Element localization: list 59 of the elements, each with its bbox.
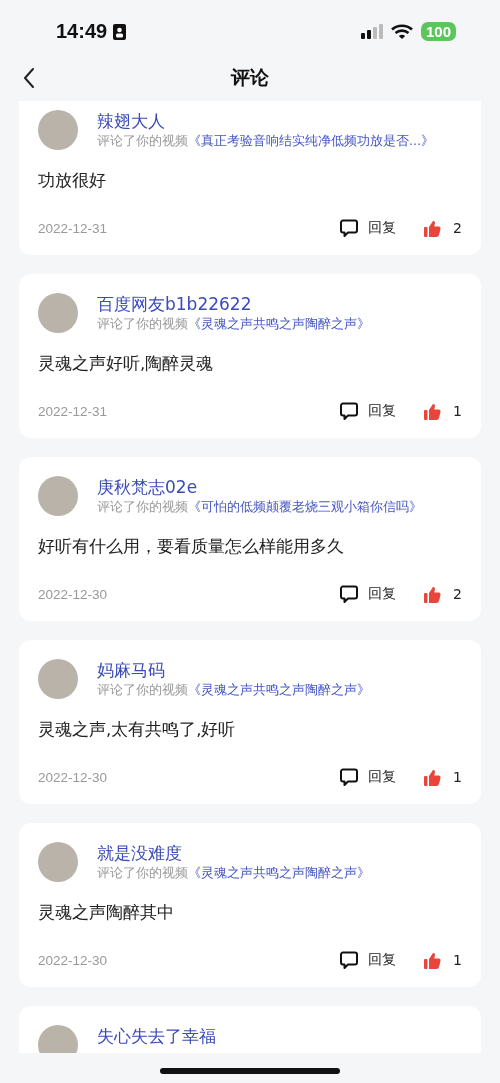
comment-text: 灵魂之声好听,陶醉灵魂 [38, 353, 215, 375]
comment-text: 灵魂之声陶醉其中 [38, 902, 175, 924]
comment-bubble-icon[interactable] [340, 218, 359, 238]
avatar-photo-placeholder[interactable] [38, 110, 78, 150]
comment-action-text: 评论了你的视频 [97, 681, 188, 699]
id-card-icon [113, 23, 127, 40]
signal-icon [360, 23, 385, 40]
avatar-photo-placeholder[interactable] [38, 842, 78, 882]
video-title-link[interactable]: 《真正考验音响结实纯净低频功放是否...》 [188, 132, 434, 150]
thumbs-up-icon[interactable] [424, 585, 442, 603]
comment-date: 2022-12-30 [38, 952, 108, 968]
battery-indicator: 100 [420, 22, 456, 41]
reply-button[interactable]: 回复 [368, 585, 397, 603]
comment-action-text: 评论了你的视频 [97, 132, 188, 150]
comment-date: 2022-12-30 [38, 769, 108, 785]
comment-text: 好听有什么用，要看质量怎么样能用多久 [38, 536, 345, 558]
user-name[interactable]: 辣翅大人 [97, 110, 434, 132]
back-icon[interactable] [23, 67, 35, 89]
video-title-link[interactable]: 《灵魂之声共鸣之声陶醉之声》 [188, 681, 370, 699]
thumbs-up-icon[interactable] [424, 768, 442, 786]
like-count: 1 [453, 403, 462, 419]
comment-date: 2022-12-30 [38, 586, 108, 602]
thumbs-up-icon[interactable] [424, 402, 442, 420]
user-name[interactable]: 妈麻马码 [97, 659, 370, 681]
video-title-link[interactable]: 《灵魂之声共鸣之声陶醉之声》 [188, 315, 370, 333]
reply-button[interactable]: 回复 [368, 402, 397, 420]
thumbs-up-icon[interactable] [424, 219, 442, 237]
like-count: 2 [453, 220, 462, 236]
avatar-photo-placeholder[interactable] [38, 293, 78, 333]
avatar-photo-placeholder[interactable] [38, 659, 78, 699]
user-name[interactable]: 就是没难度 [97, 842, 370, 864]
comment-date: 2022-12-31 [38, 403, 108, 419]
video-title-link[interactable]: 《可怕的低频颠覆老烧三观小箱你信吗》 [188, 498, 422, 516]
like-count: 1 [453, 769, 462, 785]
comment-action-text: 评论了你的视频 [97, 864, 188, 882]
comment-action-text: 评论了你的视频 [97, 498, 188, 516]
comment-text: 灵魂之声,太有共鸣了,好听 [38, 719, 237, 741]
comment-date: 2022-12-31 [38, 220, 108, 236]
reply-button[interactable]: 回复 [368, 951, 397, 969]
avatar-photo-placeholder[interactable] [38, 1025, 78, 1053]
user-name[interactable]: 百度网友b1b22622 [97, 293, 370, 315]
comment-bubble-icon[interactable] [340, 767, 359, 787]
comment-bubble-icon[interactable] [340, 401, 359, 421]
status-time: 14:49 [56, 20, 108, 43]
user-name[interactable]: 失心失去了幸福 [97, 1025, 216, 1047]
comment-text: 功放很好 [38, 170, 107, 192]
reply-button[interactable]: 回复 [368, 768, 397, 786]
user-name[interactable]: 庚秋梵志02e [97, 476, 422, 498]
page-title: 评论 [231, 65, 269, 90]
avatar-photo-placeholder[interactable] [38, 476, 78, 516]
comment-action-text: 评论了你的视频 [97, 315, 188, 333]
comment-bubble-icon[interactable] [340, 584, 359, 604]
comment-bubble-icon[interactable] [340, 950, 359, 970]
reply-button[interactable]: 回复 [368, 219, 397, 237]
thumbs-up-icon[interactable] [424, 951, 442, 969]
wifi-icon [390, 23, 413, 40]
like-count: 1 [453, 952, 462, 968]
video-title-link[interactable]: 《灵魂之声共鸣之声陶醉之声》 [188, 864, 370, 882]
like-count: 2 [453, 586, 462, 602]
